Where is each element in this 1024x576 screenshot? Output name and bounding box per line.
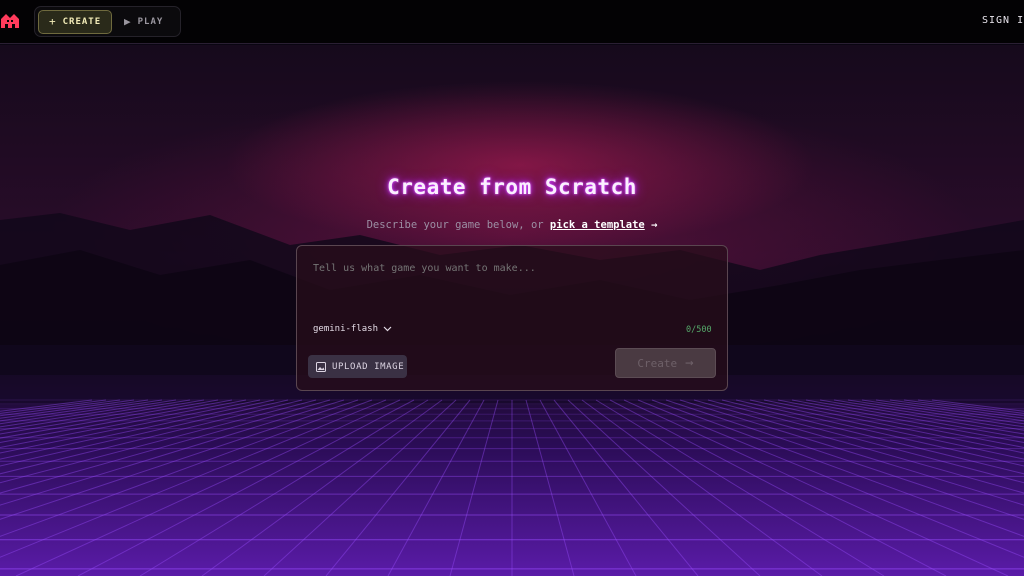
create-button-label: Create <box>637 356 678 370</box>
create-tab[interactable]: + CREATE <box>38 9 112 34</box>
game-prompt-input[interactable] <box>313 263 713 274</box>
upload-image-label: UPLOAD IMAGE <box>332 361 405 372</box>
play-tab[interactable]: ▶ PLAY <box>112 10 173 34</box>
sign-in-button[interactable]: SIGN IN <box>982 15 1024 26</box>
create-button[interactable]: Create → <box>615 348 716 378</box>
subtitle: Describe your game below, or pick a temp… <box>0 219 1024 231</box>
top-nav: + CREATE ▶ PLAY SIGN IN <box>0 0 1024 44</box>
upload-image-button[interactable]: UPLOAD IMAGE <box>308 355 407 378</box>
character-counter: 0/500 <box>686 325 712 335</box>
create-tab-label: CREATE <box>62 16 102 27</box>
play-icon: ▶ <box>124 15 132 28</box>
model-selector[interactable]: gemini-flash <box>313 324 392 334</box>
chevron-down-icon <box>383 326 392 332</box>
play-tab-label: PLAY <box>137 16 164 27</box>
arrow-right-icon: → <box>651 219 658 231</box>
arrow-right-icon: → <box>685 355 694 371</box>
image-icon <box>316 361 326 372</box>
subtitle-text: Describe your game below, or <box>366 219 550 231</box>
plus-icon: + <box>49 15 57 28</box>
pick-template-link[interactable]: pick a template <box>550 219 645 231</box>
page-title: Create from Scratch <box>387 175 637 199</box>
mode-switcher: + CREATE ▶ PLAY <box>34 6 181 37</box>
model-selector-value: gemini-flash <box>313 324 379 334</box>
logo-icon[interactable] <box>0 11 20 31</box>
